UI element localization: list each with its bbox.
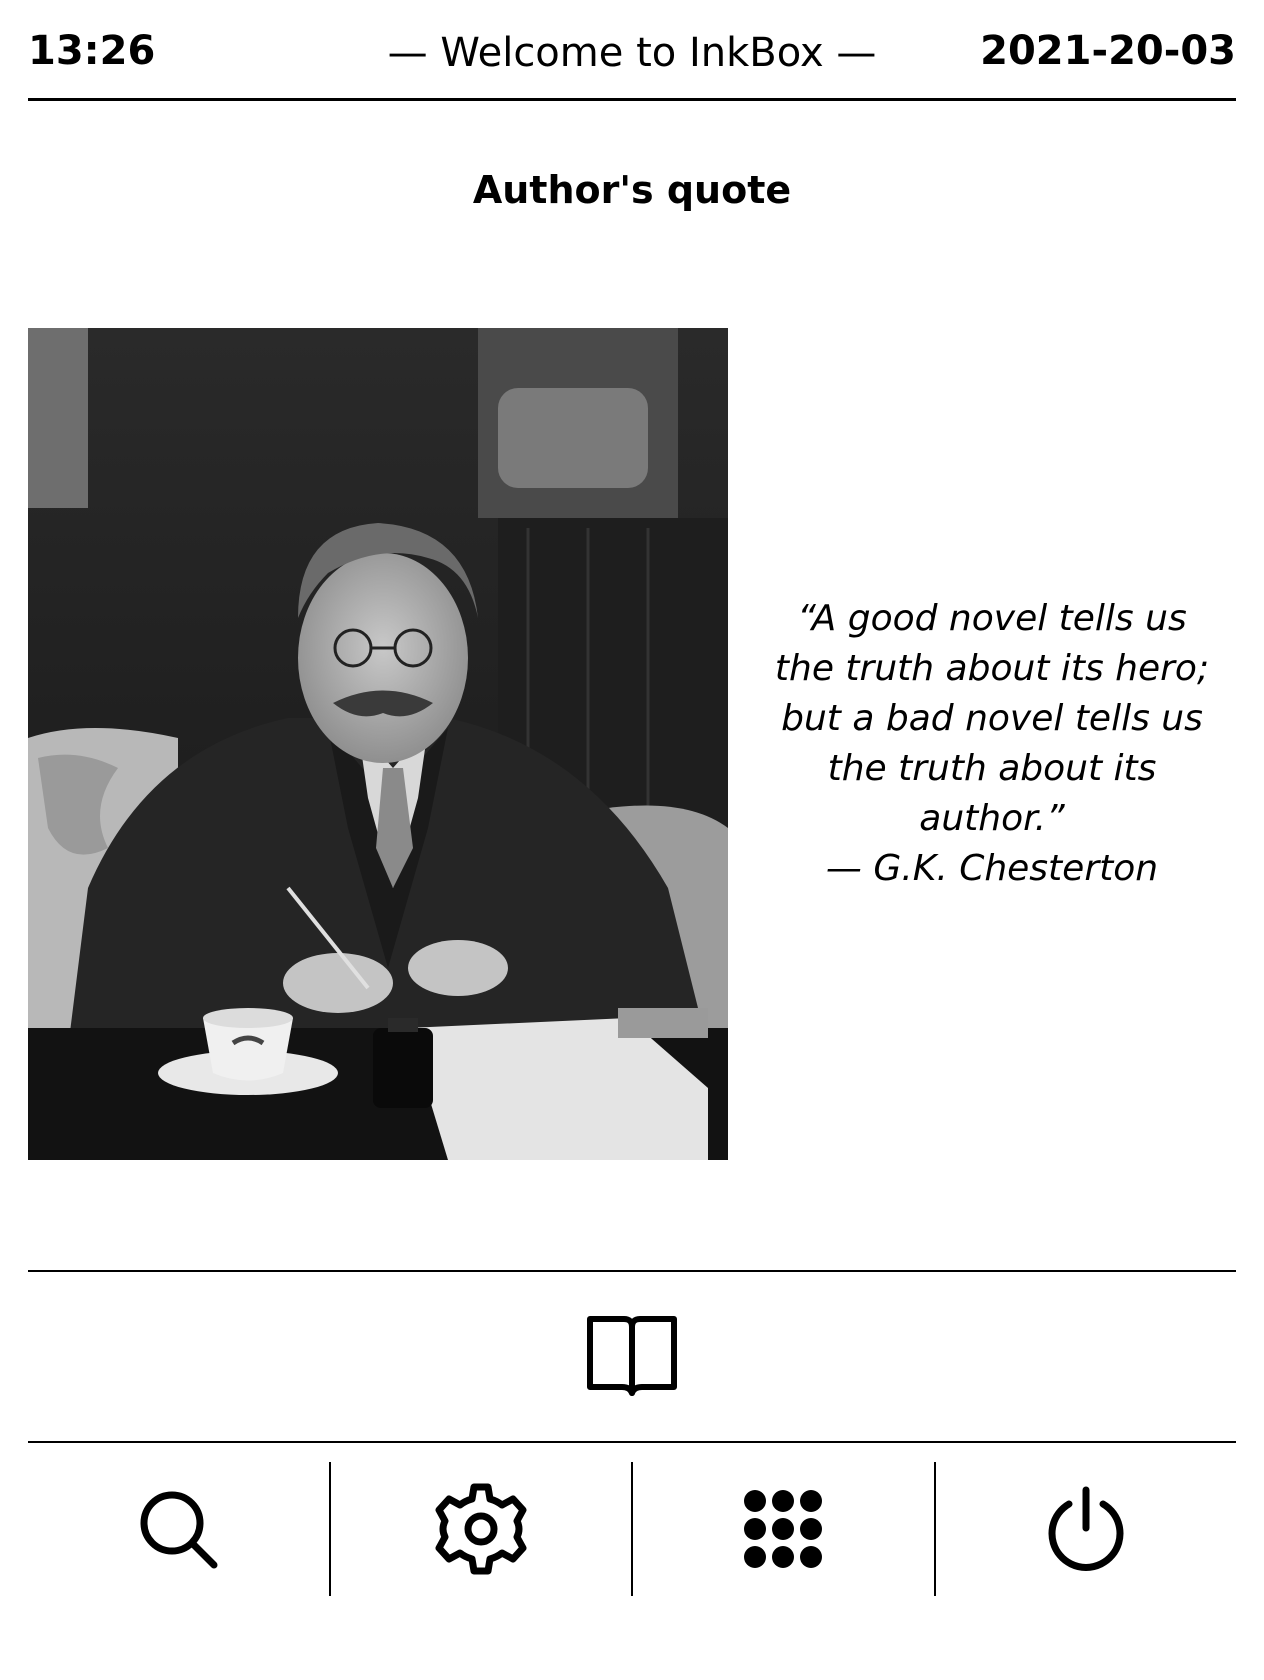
date-display: 2021-20-03	[980, 28, 1236, 74]
power-button[interactable]	[936, 1462, 1237, 1596]
page-title: Author's quote	[472, 168, 792, 212]
power-icon	[1048, 1486, 1124, 1571]
bottom-toolbar	[28, 1462, 1236, 1596]
apps-button[interactable]	[633, 1462, 934, 1596]
book-open-icon	[587, 1316, 677, 1396]
section-divider	[28, 1441, 1236, 1443]
apps-grid-icon	[744, 1490, 823, 1568]
author-portrait	[28, 328, 728, 1160]
open-reader-button[interactable]	[582, 1306, 682, 1406]
search-button[interactable]	[28, 1462, 329, 1596]
quote-line: the truth about its	[827, 748, 1157, 789]
quote-line: “A good novel tells us	[797, 598, 1187, 639]
author-quote: “A good novel tells us the truth about i…	[748, 594, 1236, 894]
status-bar: 13:26 — Welcome to InkBox — 2021-20-03	[28, 0, 1236, 100]
quote-line: but a bad novel tells us	[781, 698, 1203, 739]
search-icon	[140, 1491, 218, 1569]
gear-icon	[435, 1483, 527, 1575]
section-divider	[28, 1270, 1236, 1272]
quote-author: — G.K. Chesterton	[825, 848, 1159, 889]
quote-line: the truth about its hero;	[774, 648, 1210, 689]
settings-button[interactable]	[331, 1462, 632, 1596]
author-portrait-image	[28, 328, 728, 1160]
quote-line: author.”	[919, 798, 1065, 839]
status-divider	[28, 98, 1236, 101]
